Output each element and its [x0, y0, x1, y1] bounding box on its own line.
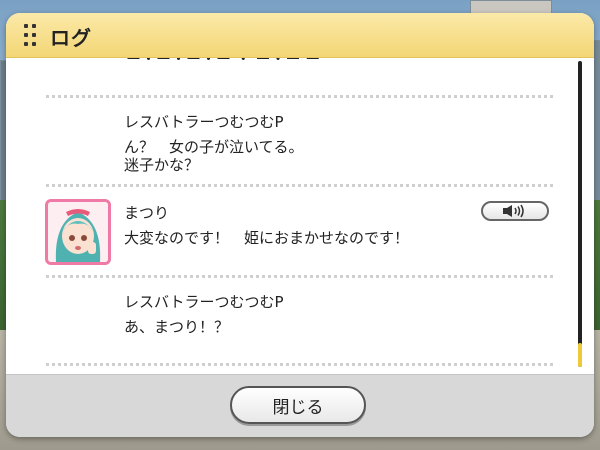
voice-replay-button[interactable] — [481, 201, 549, 221]
separator — [46, 275, 553, 278]
cut-off-line: ー・ー・ー・ー ・ ー・ー ー — [126, 58, 321, 68]
dialog-line: あ、まつり！？ — [124, 318, 230, 336]
speaker-name: まつり — [124, 204, 170, 222]
drag-handle-icon[interactable] — [24, 24, 38, 46]
speaker-name: レスバトラーつむつむP — [124, 293, 284, 311]
scrollbar[interactable] — [578, 61, 582, 367]
dialog-title: ログ — [50, 26, 92, 50]
matsuri-portrait-icon — [45, 199, 111, 265]
scrollbar-thumb[interactable] — [578, 343, 582, 367]
separator — [46, 184, 553, 187]
dialog-line: 迷子かな？ — [124, 156, 200, 174]
speaker-icon — [503, 204, 524, 218]
separator — [46, 363, 553, 366]
dialog-footer: 閉じる — [6, 374, 594, 437]
log-list[interactable]: ー・ー・ー・ー ・ ー・ー ー レスバトラーつむつむP ん？ 女の子が泣いてる。… — [6, 58, 594, 374]
dialog-header[interactable]: ログ — [6, 13, 594, 58]
speaker-name: レスバトラーつむつむP — [124, 113, 284, 131]
close-button[interactable]: 閉じる — [230, 386, 366, 424]
log-dialog: ログ ー・ー・ー・ー ・ ー・ー ー レスバトラーつむつむP ん？ 女の子が泣い… — [6, 13, 594, 437]
dialog-line: 大変なのです！ 姫におまかせなのです！ — [124, 229, 410, 247]
separator — [46, 95, 553, 98]
